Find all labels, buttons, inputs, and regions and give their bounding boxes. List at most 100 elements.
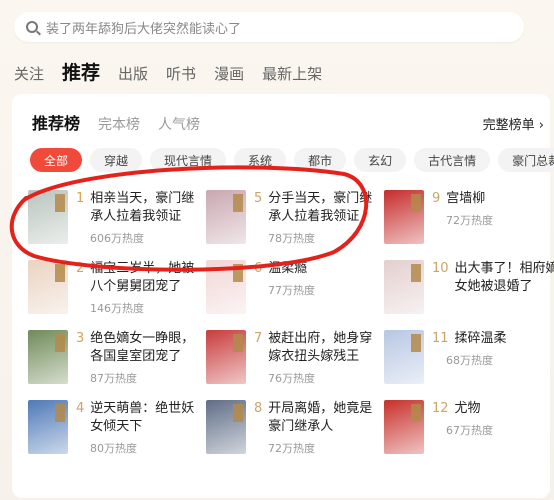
book-title[interactable]: 出大事了！相府嫡女她被退婚了 <box>455 260 554 296</box>
rank-number: 6 <box>254 261 263 276</box>
cover-badge <box>55 404 65 422</box>
rank-number: 9 <box>432 191 441 206</box>
book-info: 6 温柔瘾 77万热度 <box>254 260 315 314</box>
chip-ceo[interactable]: 豪门总裁 <box>498 148 554 172</box>
chip-time-travel[interactable]: 穿越 <box>90 148 143 172</box>
book-title[interactable]: 逆天萌兽：绝世妖女倾天下 <box>90 400 206 436</box>
book-heat: 606万热度 <box>90 232 144 245</box>
rank-number: 7 <box>254 331 263 346</box>
book-title[interactable]: 相亲当天，豪门继承人拉着我领证 <box>90 190 206 226</box>
book-info: 4 逆天萌兽：绝世妖女倾天下 80万热度 <box>76 400 206 456</box>
book-cover[interactable] <box>28 260 68 314</box>
book-title-row: 1 相亲当天，豪门继承人拉着我领证 <box>76 190 206 226</box>
book-item[interactable]: 7 被赶出府，她身穿嫁衣扭头嫁残王 76万热度 <box>206 330 384 386</box>
rank-number: 12 <box>432 401 449 416</box>
tab-publish[interactable]: 出版 <box>118 63 148 84</box>
category-chips: 全部 穿越 现代言情 系统 都市 玄幻 古代言情 豪门总裁 <box>30 148 554 172</box>
book-title[interactable]: 分手当天，豪门继承人拉着我领证 <box>268 190 384 226</box>
book-cover[interactable] <box>28 190 68 244</box>
book-item[interactable]: 11 揉碎温柔 68万热度 <box>384 330 554 384</box>
book-item[interactable]: 2 福宝三岁半，她被八个舅舅团宠了 146万热度 <box>28 260 206 316</box>
book-title-row: 7 被赶出府，她身穿嫁衣扭头嫁残王 <box>254 330 384 366</box>
book-item[interactable]: 1 相亲当天，豪门继承人拉着我领证 606万热度 <box>28 190 206 246</box>
rank-number: 5 <box>254 191 263 206</box>
cover-badge <box>411 404 421 422</box>
book-cover[interactable] <box>384 400 424 454</box>
book-heat: 67万热度 <box>446 424 493 437</box>
book-info: 8 开局离婚，她竟是豪门继承人 72万热度 <box>254 400 384 456</box>
chip-ancient-romance[interactable]: 古代言情 <box>414 148 491 172</box>
book-title[interactable]: 被赶出府，她身穿嫁衣扭头嫁残王 <box>268 330 384 366</box>
book-heat: 72万热度 <box>268 442 315 455</box>
book-info: 9 宫墙柳 72万热度 <box>432 190 493 244</box>
book-title[interactable]: 温柔瘾 <box>268 260 307 278</box>
cover-badge <box>411 194 421 212</box>
book-info: 11 揉碎温柔 68万热度 <box>432 330 507 384</box>
book-item[interactable]: 4 逆天萌兽：绝世妖女倾天下 80万热度 <box>28 400 206 456</box>
book-cover[interactable] <box>384 190 424 244</box>
book-heat: 87万热度 <box>90 372 137 385</box>
book-cover[interactable] <box>28 330 68 384</box>
chip-modern-romance[interactable]: 现代言情 <box>150 148 227 172</box>
book-title-row: 2 福宝三岁半，她被八个舅舅团宠了 <box>76 260 206 296</box>
top-nav: 关注 推荐 出版 听书 漫画 最新上架 <box>14 58 340 85</box>
book-cover[interactable] <box>206 190 246 244</box>
book-item[interactable]: 10 出大事了！相府嫡女她被退婚了 <box>384 260 554 314</box>
chip-urban[interactable]: 都市 <box>294 148 347 172</box>
chip-all[interactable]: 全部 <box>30 148 83 172</box>
book-info: 3 绝色嫡女一睁眼，各国皇室团宠了 87万热度 <box>76 330 206 386</box>
tab-new-releases[interactable]: 最新上架 <box>262 63 322 84</box>
cover-badge <box>233 334 243 352</box>
tab-comics[interactable]: 漫画 <box>214 63 244 84</box>
chip-fantasy[interactable]: 玄幻 <box>354 148 407 172</box>
book-cover[interactable] <box>384 330 424 384</box>
tab-recommend[interactable]: 推荐 <box>62 58 100 85</box>
book-info: 5 分手当天，豪门继承人拉着我领证 78万热度 <box>254 190 384 246</box>
book-heat: 146万热度 <box>90 302 144 315</box>
book-title-row: 9 宫墙柳 <box>432 190 493 208</box>
book-heat: 80万热度 <box>90 442 137 455</box>
book-cover[interactable] <box>206 400 246 454</box>
book-title[interactable]: 绝色嫡女一睁眼，各国皇室团宠了 <box>90 330 206 366</box>
book-item[interactable]: 6 温柔瘾 77万热度 <box>206 260 384 314</box>
search-bar[interactable]: 装了两年舔狗后大佬突然能读心了 <box>14 12 524 42</box>
book-item[interactable]: 3 绝色嫡女一睁眼，各国皇室团宠了 87万热度 <box>28 330 206 386</box>
ranking-tabs: 推荐榜 完本榜 人气榜 <box>32 110 218 134</box>
search-input[interactable]: 装了两年舔狗后大佬突然能读心了 <box>46 18 241 37</box>
book-item[interactable]: 9 宫墙柳 72万热度 <box>384 190 554 244</box>
book-info: 10 出大事了！相府嫡女她被退婚了 <box>432 260 554 314</box>
book-item[interactable]: 8 开局离婚，她竟是豪门继承人 72万热度 <box>206 400 384 456</box>
book-title[interactable]: 宫墙柳 <box>446 190 485 208</box>
book-title[interactable]: 尤物 <box>455 400 481 418</box>
book-title[interactable]: 开局离婚，她竟是豪门继承人 <box>268 400 384 436</box>
book-cover[interactable] <box>384 260 424 314</box>
chip-system[interactable]: 系统 <box>234 148 287 172</box>
book-info: 2 福宝三岁半，她被八个舅舅团宠了 146万热度 <box>76 260 206 316</box>
book-item[interactable]: 12 尤物 67万热度 <box>384 400 554 454</box>
book-item[interactable]: 5 分手当天，豪门继承人拉着我领证 78万热度 <box>206 190 384 246</box>
book-cover[interactable] <box>28 400 68 454</box>
cover-badge <box>233 194 243 212</box>
book-cover[interactable] <box>206 330 246 384</box>
cover-badge <box>233 404 243 422</box>
cover-badge <box>411 334 421 352</box>
tab-completed-rank[interactable]: 完本榜 <box>98 114 140 134</box>
tab-follow[interactable]: 关注 <box>14 63 44 84</box>
rank-number: 11 <box>432 331 449 346</box>
book-heat: 72万热度 <box>446 214 493 227</box>
cover-badge <box>55 194 65 212</box>
full-list-link[interactable]: 完整榜单 › <box>483 114 544 133</box>
rank-number: 2 <box>76 261 85 276</box>
book-heat: 76万热度 <box>268 372 315 385</box>
book-info: 1 相亲当天，豪门继承人拉着我领证 606万热度 <box>76 190 206 246</box>
book-title-row: 11 揉碎温柔 <box>432 330 507 348</box>
ranking-card: 推荐榜 完本榜 人气榜 完整榜单 › 全部 穿越 现代言情 系统 都市 玄幻 古… <box>12 94 554 498</box>
cover-badge <box>55 334 65 352</box>
tab-audiobook[interactable]: 听书 <box>166 63 196 84</box>
book-cover[interactable] <box>206 260 246 314</box>
book-title-row: 8 开局离婚，她竟是豪门继承人 <box>254 400 384 436</box>
book-title[interactable]: 福宝三岁半，她被八个舅舅团宠了 <box>90 260 206 296</box>
tab-popular-rank[interactable]: 人气榜 <box>158 114 200 134</box>
tab-recommend-rank[interactable]: 推荐榜 <box>32 110 80 134</box>
book-title[interactable]: 揉碎温柔 <box>455 330 507 348</box>
